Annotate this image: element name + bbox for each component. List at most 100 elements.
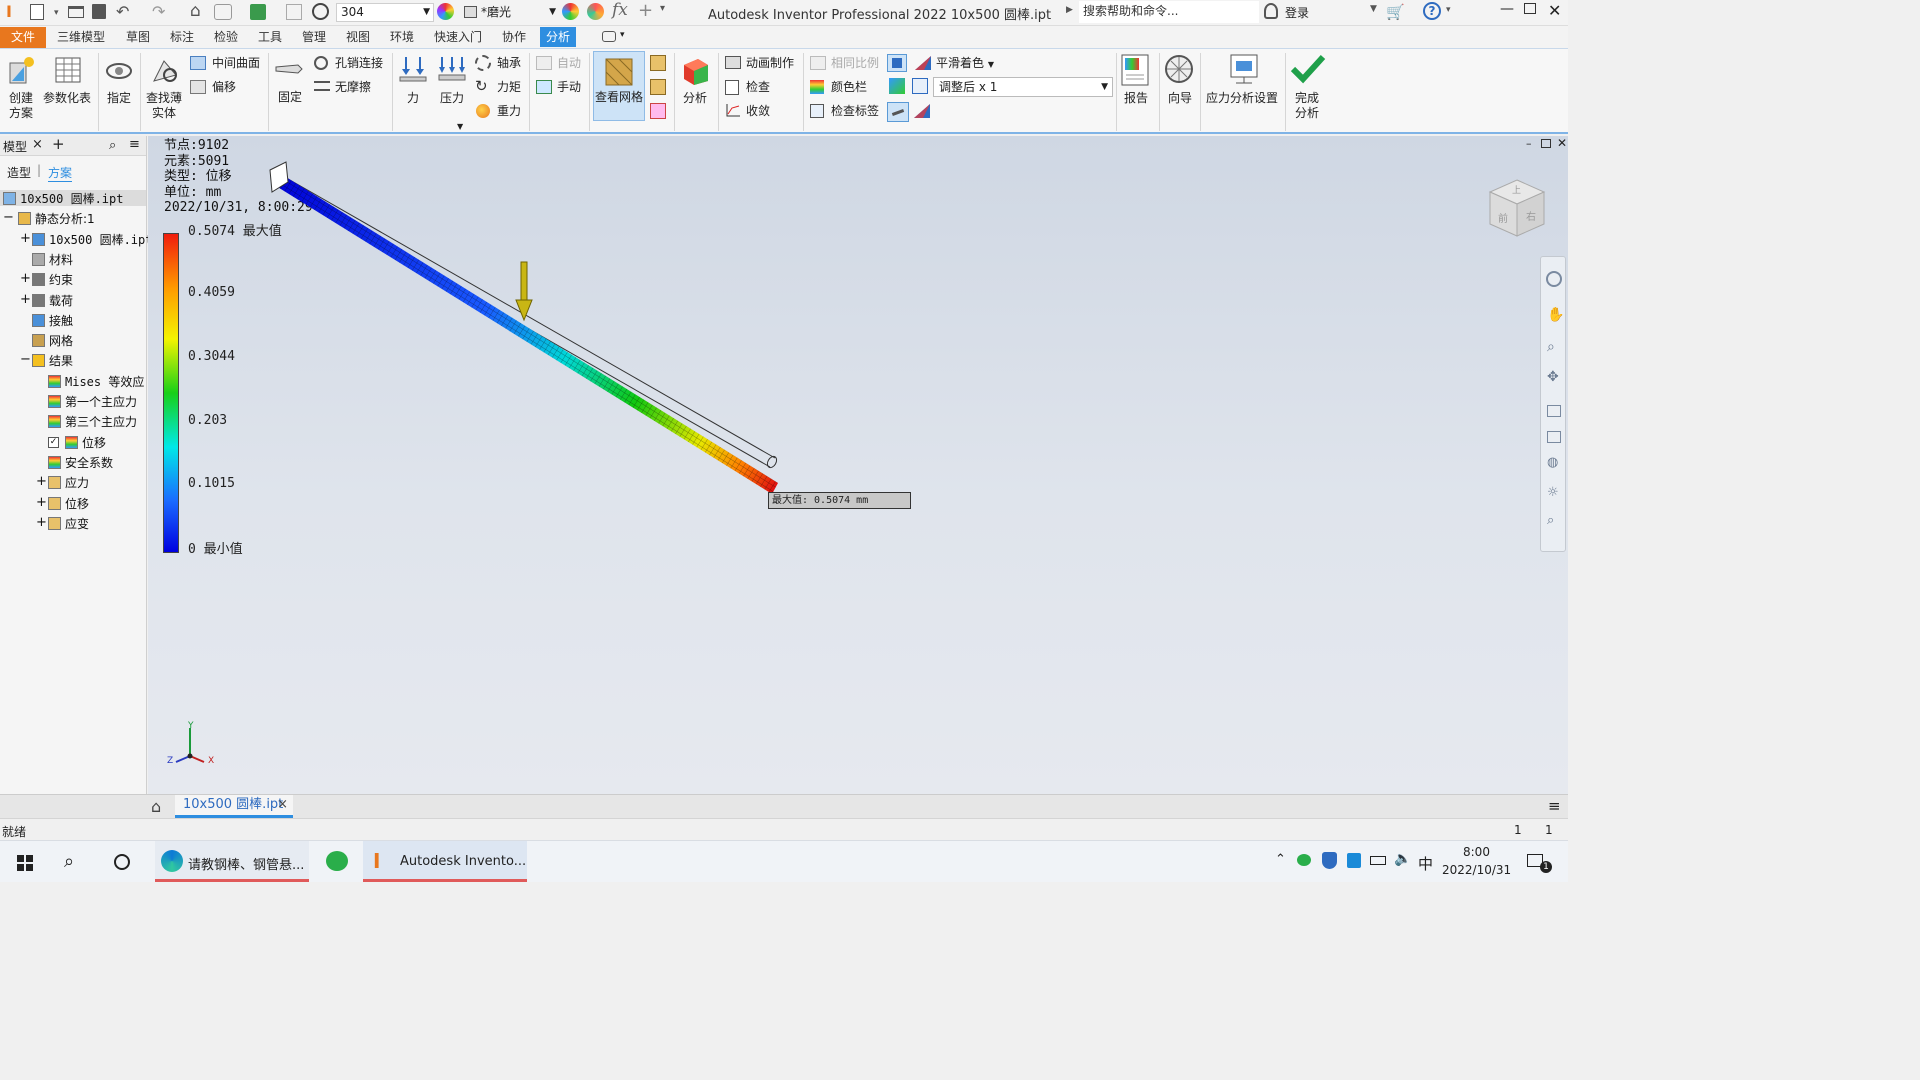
new-file-icon[interactable] (30, 4, 44, 20)
ribbon-display-icon[interactable] (602, 31, 616, 42)
expand-icon[interactable]: + (20, 271, 31, 287)
check-button[interactable]: 检查 (746, 80, 770, 95)
assign-button[interactable]: 指定 (107, 91, 131, 106)
taskbar-inventor-app[interactable]: I Autodesk Invento... (363, 841, 527, 882)
login-button[interactable]: 登录 (1285, 4, 1309, 21)
orbit-icon[interactable]: ✥ (1547, 369, 1559, 385)
report-button[interactable]: 报告 (1124, 91, 1148, 106)
help-dropdown-icon[interactable]: ▾ (1446, 5, 1451, 15)
viewport-minimize-icon[interactable]: – (1526, 137, 1532, 150)
gravity-button[interactable]: 重力 (497, 104, 521, 119)
fixed-constraint-button[interactable]: 固定 (278, 90, 302, 105)
free-orbit-icon[interactable]: ◍ (1547, 455, 1558, 470)
animate-button[interactable]: 动画制作 (746, 56, 794, 71)
clock-time[interactable]: 8:00 (1463, 845, 1490, 859)
document-menu-icon[interactable]: ≡ (1548, 797, 1561, 815)
model-render[interactable] (148, 136, 1568, 794)
offset-button[interactable]: 偏移 (212, 80, 236, 95)
tab-environment[interactable]: 环境 (390, 29, 414, 46)
expand-icon[interactable]: + (20, 231, 31, 247)
pressure-button[interactable]: 压力 (440, 91, 464, 106)
moment-button[interactable]: 力矩 (497, 80, 521, 95)
tab-annotate[interactable]: 标注 (170, 29, 194, 46)
deformation-scale-select[interactable]: 调整后 x 1 ▼ (933, 77, 1113, 97)
parametric-table-button[interactable]: 参数化表 (43, 91, 91, 106)
help-search-input[interactable]: 搜索帮助和命令... (1079, 1, 1259, 23)
browser-search-icon[interactable]: ⌕ (109, 138, 116, 153)
tab-tools[interactable]: 工具 (258, 29, 282, 46)
tab-get-started[interactable]: 快速入门 (434, 29, 482, 46)
parameters-fx-icon[interactable]: fx (612, 0, 628, 20)
create-scheme-button[interactable]: 创建 方案 (9, 91, 33, 121)
auto-contact-button[interactable]: 自动 (557, 56, 581, 71)
expand-arrow-icon[interactable]: ▶ (1066, 5, 1073, 15)
probe-label-button[interactable]: 检查标签 (831, 104, 879, 119)
analyze-button[interactable]: 分析 (683, 91, 707, 106)
collapse-icon[interactable]: − (20, 352, 31, 368)
volume-icon[interactable]: 🔈 (1394, 851, 1411, 867)
restore-icon[interactable] (1524, 3, 1536, 14)
expand-icon[interactable]: + (36, 515, 47, 531)
guide-button[interactable]: 向导 (1168, 91, 1192, 106)
help-icon[interactable]: ? (1423, 2, 1441, 20)
document-tab-close-icon[interactable]: × (277, 795, 288, 815)
tab-sketch[interactable]: 草图 (126, 29, 150, 46)
viewport-close-icon[interactable]: ✕ (1557, 136, 1567, 150)
expand-icon[interactable]: + (36, 495, 47, 511)
tab-collaborate[interactable]: 协作 (502, 29, 526, 46)
same-scale-button[interactable]: 相同比例 (831, 56, 879, 71)
update-icon[interactable] (214, 4, 232, 20)
boundary-condition-icon[interactable] (912, 78, 928, 94)
max-value-toggle-icon[interactable] (887, 54, 907, 72)
manual-contact-button[interactable]: 手动 (557, 80, 581, 95)
tray-security-icon[interactable] (1322, 852, 1337, 869)
min-value-icon[interactable] (889, 78, 905, 94)
zoom-all-icon[interactable]: ⌕ (1547, 513, 1554, 528)
tab-3d-model[interactable]: 三维模型 (57, 29, 105, 46)
taskbar-edge-app[interactable]: 请教钢棒、钢管悬... (155, 841, 309, 882)
view-mesh-button[interactable]: 查看网格 (593, 51, 645, 121)
bearing-load-button[interactable]: 轴承 (497, 56, 521, 71)
convergence-button[interactable]: 收敛 (746, 104, 770, 119)
graphics-window[interactable]: 节点:9102 元素:5091 类型: 位移 单位: mm 2022/10/31… (148, 136, 1568, 794)
pan-icon[interactable]: ✋ (1547, 307, 1564, 323)
cart-icon[interactable]: 🛒 (1386, 3, 1405, 21)
tray-expand-icon[interactable]: ⌃ (1275, 852, 1286, 867)
look-at-icon[interactable]: ☼ (1547, 485, 1559, 500)
open-folder-icon[interactable] (68, 6, 84, 18)
save-icon[interactable] (92, 4, 106, 19)
appearance-select[interactable]: *磨光 ▼ (460, 3, 560, 22)
mesh-settings-icon[interactable] (650, 55, 666, 71)
viewport-restore-icon[interactable] (1541, 139, 1551, 148)
search-icon[interactable]: ⌕ (64, 851, 74, 872)
tab-manage[interactable]: 管理 (302, 29, 326, 46)
force-button[interactable]: 力 (407, 91, 419, 106)
undo-icon[interactable]: ↶ (116, 2, 129, 21)
document-tab[interactable]: 10x500 圆棒.ipt × (175, 795, 293, 818)
dropdown-arrow-icon[interactable]: ▾ (54, 8, 59, 18)
ribbon-display-dropdown-icon[interactable]: ▾ (620, 30, 625, 40)
home-tab-icon[interactable]: ⌂ (151, 797, 161, 816)
adjust-appearance-icon[interactable] (562, 3, 579, 20)
steering-wheel-icon[interactable] (1546, 271, 1562, 287)
file-menu[interactable]: 文件 (0, 27, 46, 48)
browser-close-button[interactable]: × (32, 137, 43, 152)
max-value-probe[interactable]: 最大值: 0.5074 mm (768, 492, 911, 509)
tab-view[interactable]: 视图 (346, 29, 370, 46)
inventor-logo-icon[interactable]: I (6, 3, 18, 21)
home-icon[interactable]: ⌂ (190, 1, 201, 21)
tray-wechat-icon[interactable] (1297, 854, 1311, 866)
login-dropdown-icon[interactable]: ▼ (1370, 4, 1377, 14)
color-bar-button[interactable]: 颜色栏 (831, 80, 867, 95)
finish-analysis-button[interactable]: 完成 分析 (1295, 91, 1319, 121)
clear-appearance-icon[interactable] (587, 3, 604, 20)
deformed-display-icon[interactable] (887, 102, 909, 122)
windows-start-icon[interactable] (17, 855, 33, 871)
view-face-icon[interactable] (1547, 405, 1561, 417)
expand-icon[interactable]: + (20, 292, 31, 308)
zoom-window-icon[interactable] (1547, 431, 1561, 443)
tab-analysis[interactable]: 分析 (540, 27, 577, 47)
close-icon[interactable]: ✕ (1548, 1, 1561, 20)
local-mesh-icon[interactable] (650, 79, 666, 95)
measure-icon[interactable] (286, 4, 302, 20)
